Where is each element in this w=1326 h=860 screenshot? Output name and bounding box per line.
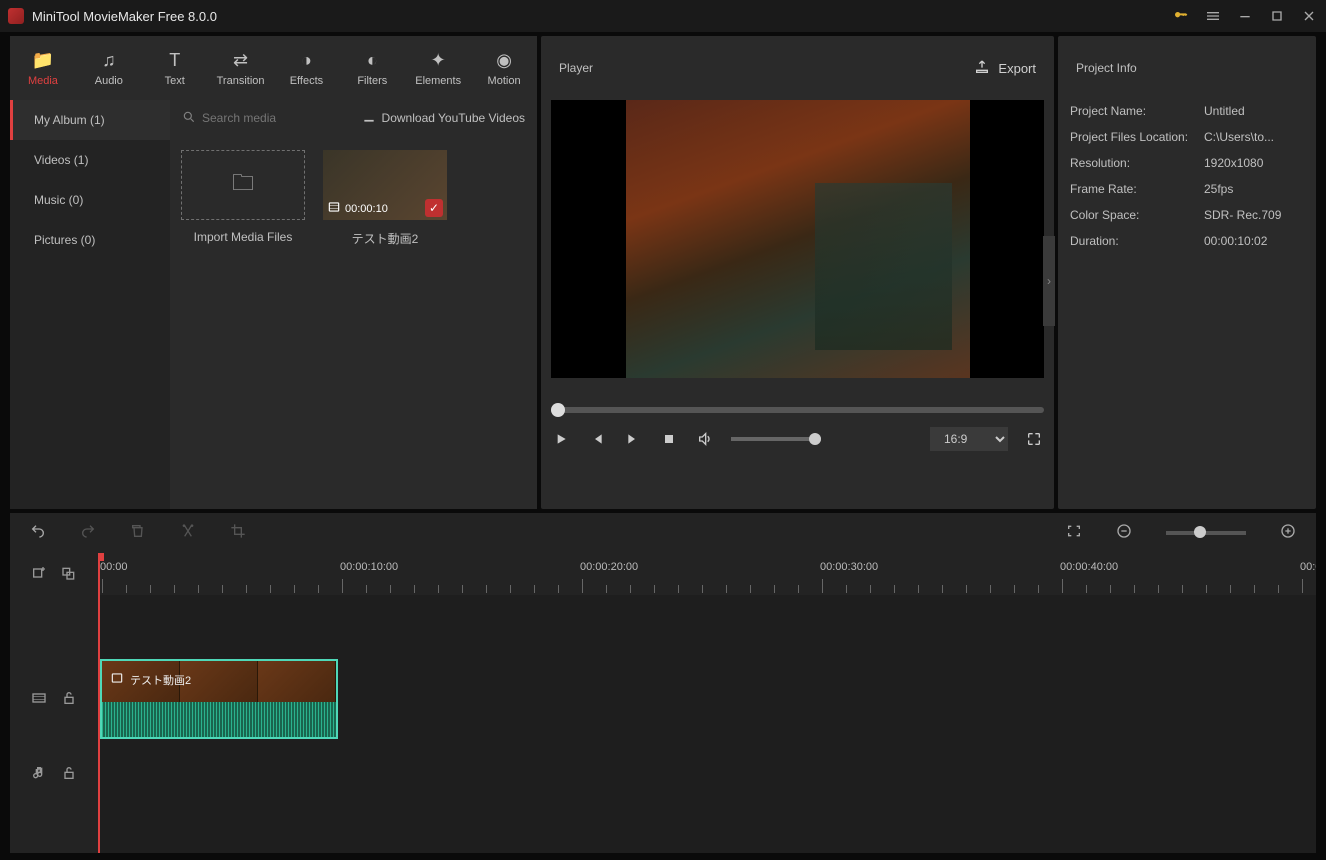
film-icon (110, 671, 124, 688)
project-info-title: Project Info (1076, 61, 1137, 75)
info-label: Project Name: (1070, 104, 1204, 118)
music-note-icon: ♫ (102, 50, 116, 71)
timeline-toolbar (10, 513, 1316, 553)
panel-collapse-handle[interactable]: › (1043, 236, 1055, 326)
search-icon (182, 110, 196, 127)
download-youtube-link[interactable]: Download YouTube Videos (362, 110, 525, 127)
info-value: 1920x1080 (1204, 156, 1263, 170)
volume-slider[interactable] (731, 437, 821, 441)
key-icon[interactable] (1172, 7, 1190, 25)
crop-button[interactable] (230, 523, 246, 544)
sidebar-item-music[interactable]: Music (0) (10, 180, 170, 220)
zoom-slider[interactable] (1166, 531, 1246, 535)
timeline-clip[interactable]: テスト動画2 (100, 659, 338, 739)
player-panel: Player Export 00:00:00:00 / 00:00:10:02 … (541, 36, 1054, 509)
play-button[interactable] (551, 429, 571, 449)
video-lock-button[interactable] (61, 690, 77, 709)
project-info-panel: Project Info Project Name:Untitled Proje… (1058, 36, 1316, 509)
manage-tracks-button[interactable] (61, 565, 77, 584)
app-logo-icon (8, 8, 24, 24)
info-label: Color Space: (1070, 208, 1204, 222)
main-tabs: 📁Media ♫Audio TText ⇄Transition ◑Effects… (10, 36, 537, 100)
sidebar-item-pictures[interactable]: Pictures (0) (10, 220, 170, 260)
check-icon: ✓ (425, 199, 443, 217)
folder-icon: 🗀 (232, 166, 254, 204)
timeline: 00:0000:00:10:0000:00:20:0000:00:30:0000… (10, 553, 1316, 853)
minimize-button[interactable] (1236, 7, 1254, 25)
tab-transition[interactable]: ⇄Transition (208, 40, 274, 96)
motion-icon: ◉ (496, 50, 512, 71)
sidebar-item-my-album[interactable]: My Album (1) (10, 100, 170, 140)
tab-effects[interactable]: ◑Effects (274, 40, 340, 96)
info-value: SDR- Rec.709 (1204, 208, 1281, 222)
info-label: Project Files Location: (1070, 130, 1204, 144)
folder-icon: 📁 (32, 50, 54, 71)
tab-motion[interactable]: ◉Motion (471, 40, 537, 96)
prev-frame-button[interactable] (587, 429, 607, 449)
scrub-bar[interactable] (551, 407, 1044, 413)
media-clip[interactable]: 00:00:10 ✓ テスト動画2 (320, 150, 450, 247)
sidebar-item-videos[interactable]: Videos (1) (10, 140, 170, 180)
app-title: MiniTool MovieMaker Free 8.0.0 (32, 9, 1172, 24)
volume-icon[interactable] (695, 429, 715, 449)
delete-button[interactable] (130, 523, 146, 544)
zoom-in-button[interactable] (1280, 523, 1296, 544)
media-panel: 📁Media ♫Audio TText ⇄Transition ◑Effects… (10, 36, 537, 509)
maximize-button[interactable] (1268, 7, 1286, 25)
fullscreen-button[interactable] (1024, 429, 1044, 449)
tab-media[interactable]: 📁Media (10, 40, 76, 96)
player-title: Player (559, 61, 593, 75)
export-button[interactable]: Export (974, 59, 1036, 78)
info-label: Duration: (1070, 234, 1204, 248)
search-input[interactable] (202, 111, 322, 125)
tab-elements[interactable]: ✦Elements (405, 40, 471, 96)
split-button[interactable] (180, 523, 196, 544)
elements-icon: ✦ (431, 50, 446, 71)
close-button[interactable] (1300, 7, 1318, 25)
media-sidebar: My Album (1) Videos (1) Music (0) Pictur… (10, 100, 170, 509)
search-wrap[interactable] (182, 110, 354, 127)
playhead[interactable] (98, 553, 100, 853)
redo-button[interactable] (80, 523, 96, 544)
filters-icon: ◐ (367, 50, 378, 71)
audio-track-icon (31, 765, 47, 784)
tab-audio[interactable]: ♫Audio (76, 40, 142, 96)
film-icon (327, 200, 341, 217)
info-value: 00:00:10:02 (1204, 234, 1267, 248)
info-label: Resolution: (1070, 156, 1204, 170)
add-track-button[interactable] (31, 565, 47, 584)
tab-filters[interactable]: ◐Filters (339, 40, 405, 96)
video-track[interactable]: テスト動画2 (98, 659, 1316, 739)
aspect-select[interactable]: 16:9 (930, 427, 1008, 451)
info-value: 25fps (1204, 182, 1233, 196)
stop-button[interactable] (659, 429, 679, 449)
fit-button[interactable] (1066, 523, 1082, 544)
export-icon (974, 59, 990, 78)
title-bar: MiniTool MovieMaker Free 8.0.0 (0, 0, 1326, 32)
menu-icon[interactable] (1204, 7, 1222, 25)
download-icon (362, 110, 376, 127)
audio-lock-button[interactable] (61, 765, 77, 784)
audio-track[interactable] (98, 739, 1316, 809)
transition-icon: ⇄ (233, 50, 248, 71)
info-value: C:\Users\to... (1204, 130, 1274, 144)
info-value: Untitled (1204, 104, 1245, 118)
video-track-icon (31, 690, 47, 709)
undo-button[interactable] (30, 523, 46, 544)
tab-text[interactable]: TText (142, 40, 208, 96)
next-frame-button[interactable] (623, 429, 643, 449)
text-icon: T (169, 50, 180, 71)
zoom-out-button[interactable] (1116, 523, 1132, 544)
info-label: Frame Rate: (1070, 182, 1204, 196)
import-media-button[interactable]: 🗀 Import Media Files (178, 150, 308, 244)
time-ruler[interactable]: 00:0000:00:10:0000:00:20:0000:00:30:0000… (98, 553, 1316, 595)
video-preview[interactable] (551, 100, 1044, 378)
effects-icon: ◑ (301, 50, 312, 71)
overlay-track[interactable] (98, 595, 1316, 659)
